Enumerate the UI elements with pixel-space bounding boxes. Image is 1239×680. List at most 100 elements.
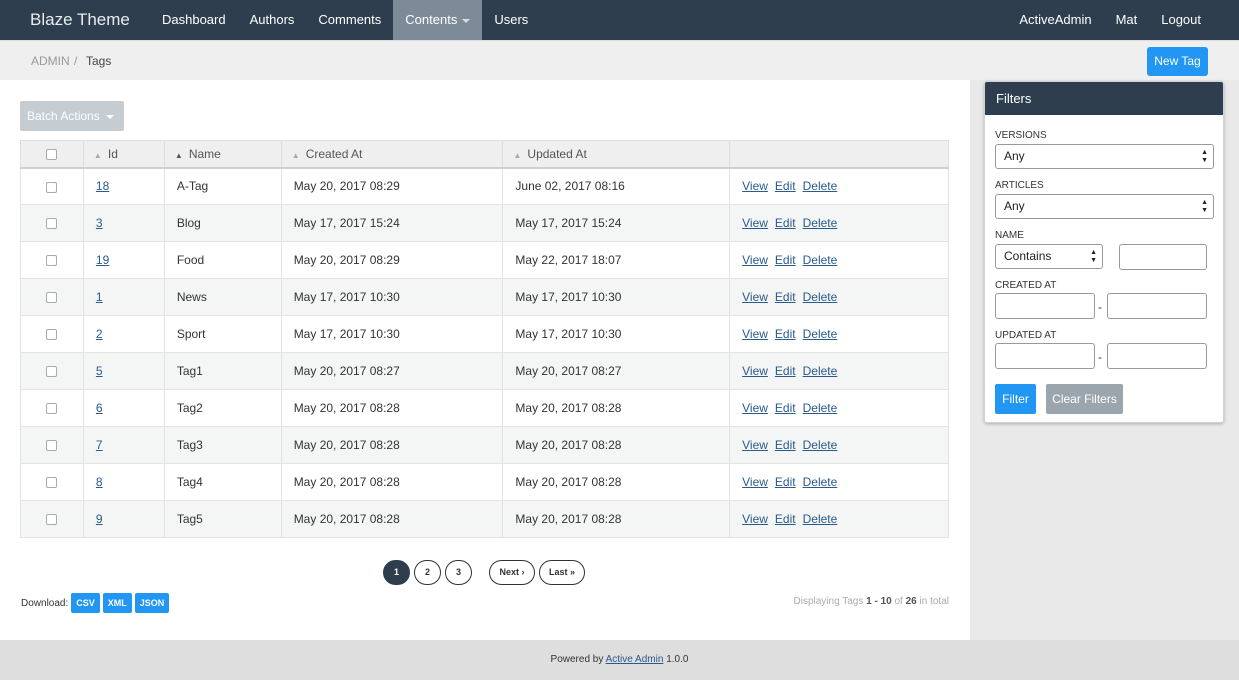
row-edit-link[interactable]: Edit <box>775 438 796 452</box>
row-delete-link[interactable]: Delete <box>803 253 838 267</box>
sort-asc-icon: ▲︎ <box>174 150 183 160</box>
name-column-header[interactable]: ▲︎ Name <box>163 140 282 169</box>
row-view-link[interactable]: View <box>742 290 768 304</box>
download-csv-button[interactable]: CSV <box>71 593 100 613</box>
row-checkbox[interactable] <box>46 292 58 304</box>
menu-dashboard[interactable]: Dashboard <box>150 0 238 40</box>
page-1-button[interactable]: 1 <box>383 560 410 585</box>
row-id-link[interactable]: 1 <box>96 290 103 304</box>
row-id-link[interactable]: 18 <box>96 179 109 193</box>
site-title[interactable]: Blaze Theme <box>30 0 130 40</box>
menu-authors[interactable]: Authors <box>238 0 307 40</box>
row-edit-link[interactable]: Edit <box>775 364 796 378</box>
row-edit-link[interactable]: Edit <box>775 253 796 267</box>
row-actions: View Edit Delete <box>729 500 949 538</box>
last-page-button[interactable]: Last » <box>539 560 585 585</box>
row-delete-link[interactable]: Delete <box>803 290 838 304</box>
row-edit-link[interactable]: Edit <box>775 475 796 489</box>
row-edit-link[interactable]: Edit <box>775 216 796 230</box>
row-id-link[interactable]: 2 <box>96 327 103 341</box>
id-column-header[interactable]: ▲︎ Id <box>82 140 165 169</box>
updated-at-from-input[interactable] <box>995 343 1095 369</box>
row-id-link[interactable]: 9 <box>96 512 103 526</box>
row-checkbox[interactable] <box>46 477 58 489</box>
row-checkbox[interactable] <box>46 403 58 415</box>
select-all-checkbox[interactable] <box>46 149 58 161</box>
row-id-link[interactable]: 8 <box>96 475 103 489</box>
row-delete-link[interactable]: Delete <box>803 401 838 415</box>
row-checkbox[interactable] <box>46 329 58 341</box>
row-checkbox[interactable] <box>46 514 58 526</box>
next-page-button[interactable]: Next › <box>489 560 535 585</box>
caret-down-icon <box>462 18 471 23</box>
row-delete-link[interactable]: Delete <box>803 179 838 193</box>
menu-contents[interactable]: Contents <box>393 0 483 40</box>
articles-filter-select[interactable]: Any ▲︎ ▼︎ <box>995 194 1214 219</box>
download-xml-button[interactable]: XML <box>102 593 132 613</box>
table-row: 3 Blog May 17, 2017 15:24 May 17, 2017 15:2… <box>20 204 949 242</box>
versions-filter-select[interactable]: Any ▲︎ ▼︎ <box>995 144 1214 169</box>
row-id-link[interactable]: 19 <box>96 253 109 267</box>
row-name: Tag1 <box>163 352 282 390</box>
row-view-link[interactable]: View <box>742 438 768 452</box>
page-3-button[interactable]: 3 <box>445 560 472 585</box>
row-view-link[interactable]: View <box>742 401 768 415</box>
name-filter-input[interactable] <box>1119 244 1207 270</box>
breadcrumb-admin[interactable]: ADMIN <box>31 54 70 68</box>
row-id-cell: 3 <box>82 204 165 242</box>
row-delete-link[interactable]: Delete <box>803 364 838 378</box>
created-column-header[interactable]: ▲︎ Created At <box>280 140 504 169</box>
row-checkbox[interactable] <box>46 255 58 267</box>
row-checkbox[interactable] <box>46 440 58 452</box>
pagination-info-total: 26 <box>905 596 917 607</box>
new-tag-button[interactable]: New Tag <box>1147 47 1208 76</box>
menu-comments[interactable]: Comments <box>306 0 393 40</box>
row-updated-at: May 20, 2017 08:28 <box>502 463 731 501</box>
row-view-link[interactable]: View <box>742 253 768 267</box>
download-json-button[interactable]: JSON <box>134 593 170 613</box>
row-view-link[interactable]: View <box>742 179 768 193</box>
clear-filters-button[interactable]: Clear Filters <box>1046 384 1123 414</box>
current-user-link[interactable]: Mat <box>1104 0 1150 40</box>
caret-down-icon <box>105 114 114 119</box>
row-checkbox[interactable] <box>46 366 58 378</box>
row-updated-at: May 20, 2017 08:27 <box>502 352 731 390</box>
created-at-to-input[interactable] <box>1107 293 1207 319</box>
row-edit-link[interactable]: Edit <box>775 290 796 304</box>
logout-link[interactable]: Logout <box>1149 0 1213 40</box>
menu-users[interactable]: Users <box>482 0 540 40</box>
row-view-link[interactable]: View <box>742 364 768 378</box>
pagination-info-prefix: Displaying Tags <box>793 596 864 607</box>
menu-activeadmin[interactable]: ActiveAdmin <box>1007 0 1103 40</box>
row-id-link[interactable]: 7 <box>96 438 103 452</box>
name-filter-match-select[interactable]: Contains ▲︎ ▼︎ <box>995 244 1103 269</box>
row-checkbox[interactable] <box>46 218 58 230</box>
row-view-link[interactable]: View <box>742 512 768 526</box>
row-delete-link[interactable]: Delete <box>803 438 838 452</box>
created-at-from-input[interactable] <box>995 293 1095 319</box>
row-view-link[interactable]: View <box>742 475 768 489</box>
batch-actions-button[interactable]: Batch Actions <box>20 101 124 131</box>
row-id-link[interactable]: 5 <box>96 364 103 378</box>
row-edit-link[interactable]: Edit <box>775 327 796 341</box>
row-checkbox[interactable] <box>46 181 58 193</box>
row-delete-link[interactable]: Delete <box>803 475 838 489</box>
row-view-link[interactable]: View <box>742 327 768 341</box>
pagination-info-of: of <box>894 596 903 607</box>
top-navigation: Blaze Theme Dashboard Authors Comments C… <box>0 0 1239 40</box>
row-view-link[interactable]: View <box>742 216 768 230</box>
updated-column-header[interactable]: ▲︎ Updated At <box>502 140 731 169</box>
row-id-link[interactable]: 6 <box>96 401 103 415</box>
page-2-button[interactable]: 2 <box>414 560 441 585</box>
active-admin-link[interactable]: Active Admin <box>606 654 664 665</box>
row-delete-link[interactable]: Delete <box>803 216 838 230</box>
row-id-link[interactable]: 3 <box>96 216 103 230</box>
row-delete-link[interactable]: Delete <box>803 327 838 341</box>
updated-at-to-input[interactable] <box>1107 343 1207 369</box>
row-edit-link[interactable]: Edit <box>775 512 796 526</box>
row-edit-link[interactable]: Edit <box>775 401 796 415</box>
page-title: Tags <box>86 54 112 68</box>
filter-button[interactable]: Filter <box>995 384 1036 414</box>
row-delete-link[interactable]: Delete <box>803 512 838 526</box>
row-edit-link[interactable]: Edit <box>775 179 796 193</box>
